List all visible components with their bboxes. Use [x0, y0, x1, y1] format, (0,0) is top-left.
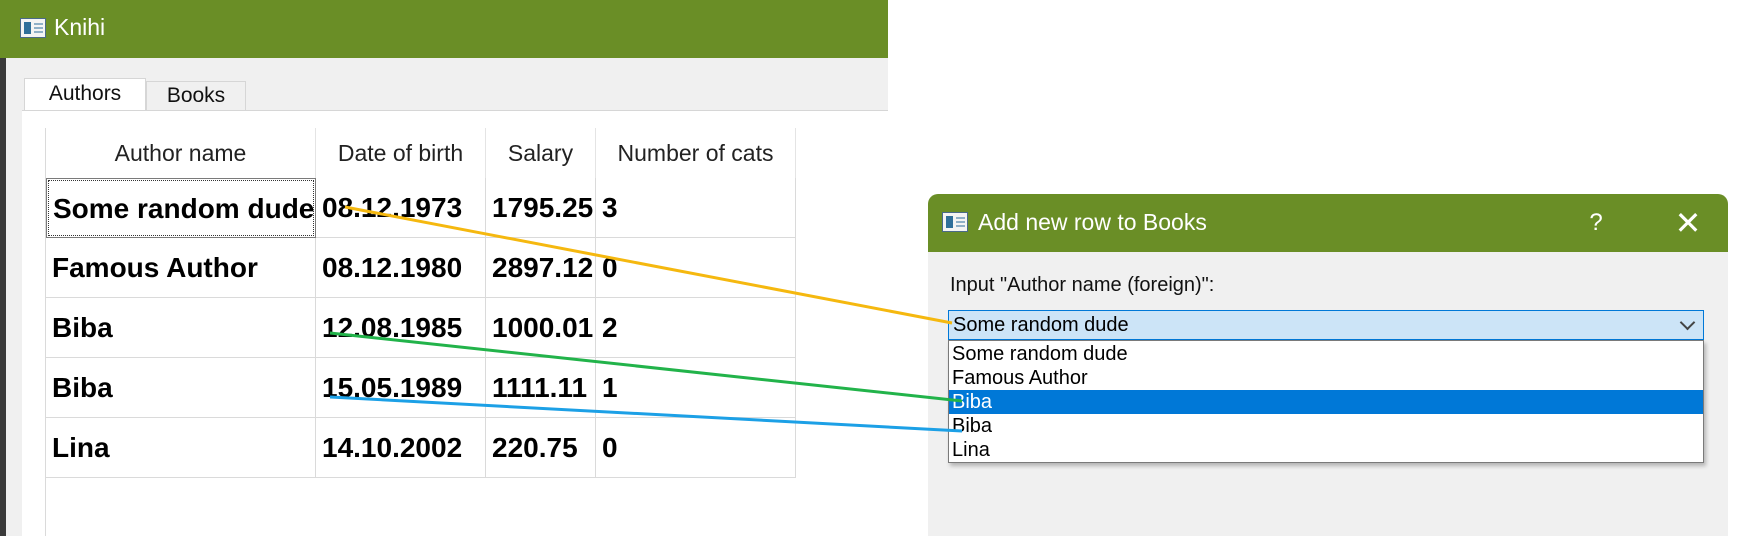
app-window-icon: [942, 212, 968, 232]
dropdown-option-selected[interactable]: Biba: [949, 390, 1703, 414]
combobox-value: Some random dude: [953, 314, 1129, 336]
cell-salary[interactable]: 1795.25: [486, 178, 596, 238]
cell-number-of-cats[interactable]: 0: [596, 238, 796, 298]
dialog-title: Add new row to Books: [978, 209, 1207, 235]
cell-date-of-birth[interactable]: 15.05.1989: [316, 358, 486, 418]
cell-date-of-birth[interactable]: 08.12.1973: [316, 178, 486, 238]
cell-salary[interactable]: 220.75: [486, 418, 596, 478]
cell-date-of-birth[interactable]: 14.10.2002: [316, 418, 486, 478]
table-row[interactable]: Biba 12.08.1985 1000.01 2: [46, 298, 844, 358]
cell-salary[interactable]: 1000.01: [486, 298, 596, 358]
cell-number-of-cats[interactable]: 0: [596, 418, 796, 478]
author-dropdown-list: Some random dude Famous Author Biba Biba…: [948, 340, 1704, 463]
dropdown-option[interactable]: Biba: [949, 414, 1703, 438]
cell-date-of-birth[interactable]: 08.12.1980: [316, 238, 486, 298]
cell-author-name[interactable]: Biba: [46, 358, 316, 418]
cell-number-of-cats[interactable]: 3: [596, 178, 796, 238]
main-title-bar: Knihi: [0, 0, 888, 58]
table-row[interactable]: Biba 15.05.1989 1111.11 1: [46, 358, 844, 418]
cell-number-of-cats[interactable]: 2: [596, 298, 796, 358]
tab-authors[interactable]: Authors: [24, 78, 146, 110]
cell-author-name[interactable]: Biba: [46, 298, 316, 358]
table-row[interactable]: Famous Author 08.12.1980 2897.12 0: [46, 238, 844, 298]
column-header-author-name[interactable]: Author name: [46, 128, 316, 178]
close-icon[interactable]: ✕: [1660, 206, 1716, 240]
help-icon[interactable]: ?: [1570, 206, 1622, 240]
column-header-number-of-cats[interactable]: Number of cats: [596, 128, 796, 178]
window-edge: [0, 0, 6, 536]
dropdown-option[interactable]: Famous Author: [949, 366, 1703, 390]
cell-salary[interactable]: 2897.12: [486, 238, 596, 298]
cell-number-of-cats[interactable]: 1: [596, 358, 796, 418]
author-field-label: Input "Author name (foreign)":: [950, 274, 1215, 296]
main-window-title: Knihi: [54, 14, 106, 40]
cell-author-name[interactable]: Some random dude: [46, 178, 316, 238]
table-row[interactable]: Lina 14.10.2002 220.75 0: [46, 418, 844, 478]
authors-table: Author name Date of birth Salary Number …: [45, 128, 844, 536]
app-window-icon: [20, 18, 46, 38]
dialog-title-bar[interactable]: Add new row to Books ? ✕: [928, 194, 1728, 252]
chevron-down-icon[interactable]: [1679, 314, 1696, 331]
cell-date-of-birth[interactable]: 12.08.1985: [316, 298, 486, 358]
cell-author-name[interactable]: Famous Author: [46, 238, 316, 298]
add-row-dialog: Add new row to Books ? ✕ Input "Author n…: [928, 194, 1728, 536]
cell-author-name[interactable]: Lina: [46, 418, 316, 478]
cell-salary[interactable]: 1111.11: [486, 358, 596, 418]
dropdown-option[interactable]: Some random dude: [949, 342, 1703, 366]
author-combobox[interactable]: Some random dude: [948, 310, 1704, 340]
column-header-date-of-birth[interactable]: Date of birth: [316, 128, 486, 178]
table-row[interactable]: Some random dude 08.12.1973 1795.25 3: [46, 178, 844, 238]
dropdown-option[interactable]: Lina: [949, 438, 1703, 462]
column-header-salary[interactable]: Salary: [486, 128, 596, 178]
tab-books[interactable]: Books: [146, 81, 246, 110]
